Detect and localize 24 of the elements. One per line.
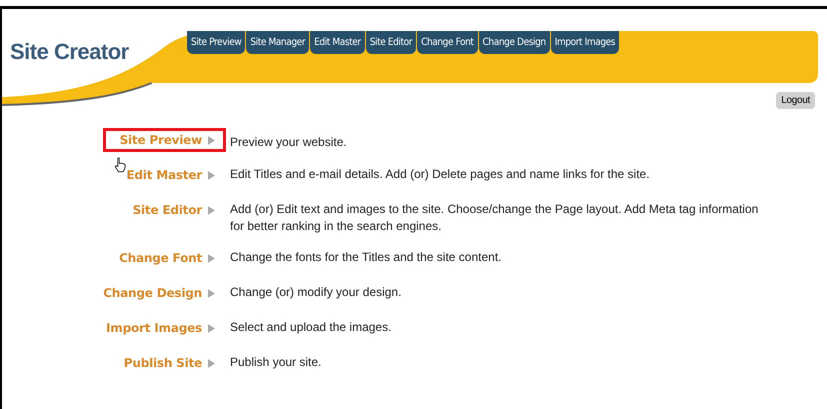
link-description: Change the fonts for the Titles and the site content. (230, 249, 502, 266)
arrow-icon (208, 358, 215, 368)
logout-button[interactable]: Logout (776, 92, 815, 109)
link-description: Add (or) Edit text and images to the site. Choose/change the Page layout. Add Meta tag information for better ranking in the search engines. (230, 201, 760, 235)
nav-tab[interactable]: Edit Master (310, 31, 365, 54)
app-title: Site Creator (10, 39, 129, 65)
link-description: Preview your website. (230, 134, 347, 151)
arrow-icon (208, 170, 215, 180)
link-description: Publish your site. (230, 354, 322, 371)
link-description: Edit Titles and e-mail details. Add (or) Delete pages and name links for the site. (230, 166, 650, 183)
nav-tab[interactable]: Site Preview (187, 31, 246, 54)
arrow-icon (208, 254, 215, 262)
nav-tab[interactable]: Site Editor (366, 31, 416, 54)
nav-tab[interactable]: Site Manager (246, 31, 310, 54)
arrow-icon (208, 206, 215, 214)
arrow-icon (208, 136, 215, 144)
nav-tab[interactable]: Change Font (417, 31, 478, 54)
nav-tab[interactable]: Import Images (550, 31, 620, 54)
nav-tab[interactable]: Change Design (478, 31, 550, 54)
link-description: Change (or) modify your design. (230, 284, 402, 301)
hand-cursor-icon (114, 157, 126, 173)
arrow-icon (208, 324, 215, 332)
link-description: Select and upload the images. (230, 319, 392, 336)
arrow-icon (208, 288, 215, 298)
